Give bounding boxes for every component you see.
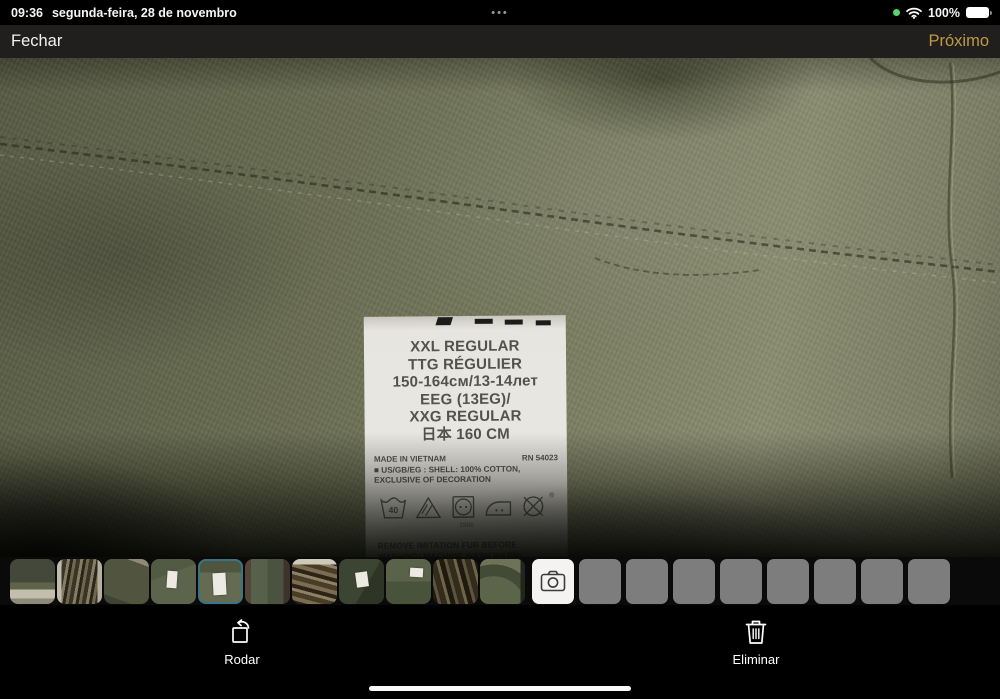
label-meta-row: MADE IN VIETNAM RN 54023 — [365, 453, 567, 464]
thumbnail-photo-5[interactable] — [198, 558, 243, 604]
rotate-icon — [232, 619, 250, 643]
delete-label: Eliminar — [732, 652, 780, 667]
material-text: ■ US/GB/EG : SHELL: 100% COTTON, EXCLUSI… — [365, 464, 567, 487]
photo-preview[interactable]: XXL REGULAR TTG RÉGULIER 150-164см/13-14… — [0, 58, 1000, 557]
garment-care-label: XXL REGULAR TTG RÉGULIER 150-164см/13-14… — [363, 315, 569, 557]
svg-text:40: 40 — [388, 505, 398, 515]
thumbnail-label-tag — [166, 570, 178, 588]
wash-40-icon: 40 — [380, 496, 406, 519]
trash-icon — [745, 620, 767, 644]
thumbnail-label-tag — [355, 570, 369, 588]
iron-icon — [485, 500, 512, 516]
thumbnail-photo-1[interactable] — [10, 558, 55, 604]
thumbnail-photo-3[interactable] — [104, 558, 149, 604]
empty-slot-5 — [767, 558, 809, 604]
thumbnail-photo-7[interactable] — [292, 558, 337, 604]
made-in-text: MADE IN VIETNAM — [373, 453, 446, 464]
size-line: XXL REGULAR — [410, 337, 520, 356]
care-symbols-row: 40 ® — [365, 492, 567, 520]
bottom-toolbar: Rodar Eliminar — [0, 605, 1000, 680]
empty-slot-6 — [814, 558, 856, 604]
do-not-dry-clean-icon — [523, 495, 544, 516]
empty-slot-8 — [908, 558, 950, 604]
take-photo-button[interactable] — [532, 558, 574, 604]
registered-mark: ® — [549, 491, 555, 499]
screen: 09:36 segunda-feira, 28 de novembro ••• … — [0, 0, 1000, 699]
thumbnail-photo-4[interactable] — [151, 558, 196, 604]
empty-slot-4 — [720, 558, 762, 604]
label-top-cutoff-marks — [364, 316, 566, 330]
non-chlorine-bleach-icon — [415, 496, 442, 518]
rotate-button[interactable]: Rodar — [197, 619, 287, 667]
size-line: TTG RÉGULIER — [407, 355, 523, 374]
care-line: WASHING/ MACHINE WASH WARM/ — [377, 551, 523, 557]
size-line: 日本 160 CM — [421, 425, 511, 444]
thumbnail-photo-10[interactable] — [433, 558, 478, 604]
thumbnail-photo-6[interactable] — [245, 558, 290, 604]
status-bar: 09:36 segunda-feira, 28 de novembro ••• … — [0, 0, 1000, 25]
care-code: 1966 — [459, 521, 474, 529]
camera-icon — [540, 570, 566, 592]
empty-slot-2 — [626, 558, 668, 604]
thumbnail-label-tag — [409, 567, 424, 577]
thumbnail-photo-8[interactable] — [339, 558, 384, 604]
close-button[interactable]: Fechar — [11, 32, 62, 51]
care-instructions: REMOVE IMITATION FUR BEFORE WASHING/ MAC… — [366, 539, 569, 557]
empty-slot-3 — [673, 558, 715, 604]
empty-slot-1 — [579, 558, 621, 604]
thumbnail-photo-2[interactable] — [57, 558, 102, 604]
size-line: 150-164см/13-14лет — [392, 372, 539, 391]
rotate-label: Rodar — [224, 652, 260, 667]
battery-icon — [966, 7, 992, 18]
size-text-block: XXL REGULAR TTG RÉGULIER 150-164см/13-14… — [364, 337, 567, 444]
rn-number: RN 54023 — [521, 452, 558, 463]
delete-button[interactable]: Eliminar — [711, 619, 801, 667]
thumbnail-label-tag — [212, 572, 227, 595]
thumbnail-photo-11[interactable] — [480, 558, 525, 604]
nav-bar: Fechar Próximo — [0, 25, 1000, 58]
multitask-indicator[interactable]: ••• — [0, 7, 1000, 19]
empty-slot-7 — [861, 558, 903, 604]
material-line-2: EXCLUSIVE OF DECORATION — [374, 474, 491, 485]
thumbnail-strip — [0, 557, 1000, 605]
size-line: XXG REGULAR — [409, 407, 522, 426]
tumble-dry-icon — [452, 495, 475, 518]
next-button[interactable]: Próximo — [928, 32, 989, 51]
home-indicator[interactable] — [369, 686, 631, 691]
thumbnail-photo-9[interactable] — [386, 558, 431, 604]
size-line: EEG (13EG)/ — [420, 390, 511, 409]
